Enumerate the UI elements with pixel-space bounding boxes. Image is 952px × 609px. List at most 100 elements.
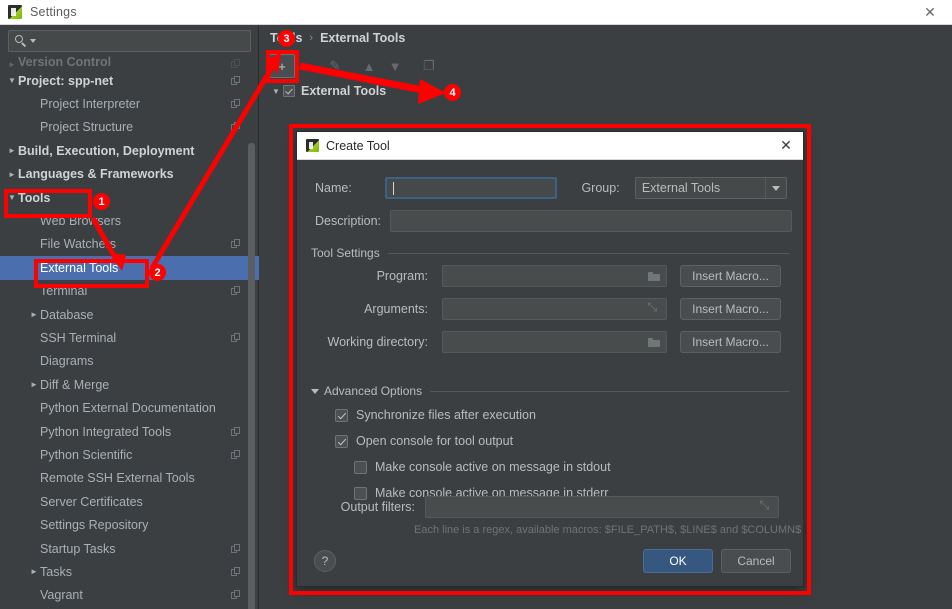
group-select-value: External Tools xyxy=(641,181,721,195)
group-select[interactable]: External Tools xyxy=(634,177,787,199)
copy-settings-icon xyxy=(231,543,241,554)
sidebar-item-terminal[interactable]: Terminal xyxy=(0,280,259,303)
sidebar-item-database[interactable]: ► Database xyxy=(0,303,259,326)
search-icon xyxy=(15,34,28,48)
description-label: Description: xyxy=(315,214,381,228)
copy-button[interactable]: ❐ xyxy=(417,55,441,77)
sidebar-item-diff-merge[interactable]: ► Diff & Merge xyxy=(0,373,259,396)
arguments-input[interactable] xyxy=(442,298,667,320)
chevron-right-icon[interactable]: ► xyxy=(28,310,40,319)
close-icon[interactable]: ✕ xyxy=(775,135,797,157)
advanced-options-group-header[interactable]: Advanced Options xyxy=(311,384,789,398)
group-label: Group: xyxy=(581,181,620,195)
chevron-down-icon[interactable] xyxy=(765,178,786,198)
checkbox-icon[interactable] xyxy=(354,460,367,474)
insert-macro-program-button[interactable]: Insert Macro... xyxy=(680,265,781,287)
sidebar-item-external-tools[interactable]: External Tools xyxy=(0,256,259,280)
name-input[interactable] xyxy=(385,177,558,199)
help-button[interactable]: ? xyxy=(314,550,336,572)
cancel-button[interactable]: Cancel xyxy=(721,549,791,573)
breadcrumb-parent[interactable]: Tools xyxy=(270,31,302,45)
expand-icon[interactable] xyxy=(760,501,773,514)
sidebar-item-version-control[interactable]: ► Version Control xyxy=(0,55,259,69)
folder-icon[interactable] xyxy=(648,270,661,283)
sidebar-item-label: Diagrams xyxy=(40,354,94,369)
checkbox-icon[interactable] xyxy=(335,408,348,422)
sidebar-item-ssh-terminal[interactable]: SSH Terminal xyxy=(0,326,259,349)
sidebar-scrollbar[interactable] xyxy=(248,143,255,609)
output-filters-input[interactable] xyxy=(425,496,779,518)
sidebar-item-file-watchers[interactable]: File Watchers xyxy=(0,233,259,256)
sidebar-item-python-external-documentation[interactable]: Python External Documentation xyxy=(0,396,259,419)
copy-settings-icon xyxy=(231,59,241,69)
sidebar-item-languages-frameworks[interactable]: ► Languages & Frameworks xyxy=(0,163,259,186)
settings-tree[interactable]: ► Version Control ▼ Project: spp-net Project… xyxy=(0,55,259,609)
sidebar-item-web-browsers[interactable]: Web Browsers xyxy=(0,209,259,232)
description-row: Description: xyxy=(315,210,792,232)
sidebar-item-build-execution-deployment[interactable]: ► Build, Execution, Deployment xyxy=(0,139,259,162)
description-input[interactable] xyxy=(390,210,792,232)
ok-button[interactable]: OK xyxy=(643,549,713,573)
search-input[interactable] xyxy=(36,33,250,49)
working-directory-input[interactable] xyxy=(442,331,667,353)
program-label: Program: xyxy=(376,269,428,283)
copy-settings-icon xyxy=(231,122,241,132)
checkbox-icon[interactable] xyxy=(335,434,348,448)
chevron-right-icon[interactable]: ► xyxy=(6,146,18,155)
sidebar-item-server-certificates[interactable]: Server Certificates xyxy=(0,490,259,513)
sidebar-item-vagrant[interactable]: Vagrant xyxy=(0,584,259,607)
sidebar-item-label: Vagrant xyxy=(40,588,83,603)
sidebar-item-python-scientific[interactable]: Python Scientific xyxy=(0,443,259,466)
close-icon[interactable]: ✕ xyxy=(908,0,952,25)
checkbox-row-open-console-for-tool-output[interactable]: Open console for tool output xyxy=(335,434,513,448)
chevron-down-icon[interactable]: ▼ xyxy=(6,76,18,85)
checkbox-label: Synchronize files after execution xyxy=(356,408,536,422)
edit-button[interactable]: ✎ xyxy=(323,55,347,77)
external-tools-tree-root[interactable]: ▼ External Tools xyxy=(269,81,939,101)
sidebar-item-label: Web Browsers xyxy=(40,214,122,229)
remove-button[interactable]: − xyxy=(297,55,321,77)
checkbox-row-make-console-active-on-message-in-stdout[interactable]: Make console active on message in stdout xyxy=(354,460,611,474)
chevron-right-icon[interactable]: ► xyxy=(6,60,18,69)
sidebar-item-label: External Tools xyxy=(40,260,119,275)
settings-window: Settings ✕ ► Version Control ▼ Project: spp… xyxy=(0,0,952,609)
add-button[interactable]: + xyxy=(269,54,295,78)
sidebar-item-startup-tasks[interactable]: Startup Tasks xyxy=(0,537,259,560)
arguments-label: Arguments: xyxy=(364,302,428,316)
sidebar-item-diagrams[interactable]: Diagrams xyxy=(0,350,259,373)
tree-root-checkbox[interactable] xyxy=(283,85,295,97)
insert-macro-arguments-button[interactable]: Insert Macro... xyxy=(680,298,781,320)
pycharm-icon xyxy=(8,5,22,19)
create-tool-dialog: Create Tool ✕ Name: Group: External Tool… xyxy=(296,131,804,587)
sidebar-item-label: Remote SSH External Tools xyxy=(40,471,195,486)
search-box[interactable] xyxy=(8,30,251,52)
chevron-down-icon[interactable]: ▼ xyxy=(269,87,283,96)
sidebar-item-python-integrated-tools[interactable]: Python Integrated Tools xyxy=(0,420,259,443)
sidebar-item-tools[interactable]: ▼ Tools xyxy=(0,186,259,209)
chevron-down-icon[interactable]: ▼ xyxy=(6,193,18,202)
copy-settings-icon xyxy=(231,426,241,437)
name-row: Name: Group: External Tools xyxy=(315,177,787,199)
sidebar-item-project-interpreter[interactable]: Project Interpreter xyxy=(0,92,259,115)
folder-icon[interactable] xyxy=(648,336,661,349)
expand-icon[interactable] xyxy=(648,303,661,316)
insert-macro-working-directory-button[interactable]: Insert Macro... xyxy=(680,331,781,353)
sidebar-item-project-spp-net[interactable]: ▼ Project: spp-net xyxy=(0,69,259,92)
program-input[interactable] xyxy=(442,265,667,287)
sidebar-item-label: Diff & Merge xyxy=(40,377,110,392)
chevron-right-icon[interactable]: ► xyxy=(28,380,40,389)
dialog-title: Create Tool xyxy=(326,138,390,153)
checkbox-row-synchronize-files-after-execution[interactable]: Synchronize files after execution xyxy=(335,408,536,422)
move-down-button[interactable]: ▼ xyxy=(383,55,407,77)
chevron-right-icon[interactable]: ► xyxy=(28,567,40,576)
copy-settings-icon xyxy=(231,590,241,600)
text-caret xyxy=(393,181,395,195)
sidebar-item-settings-repository[interactable]: Settings Repository xyxy=(0,513,259,536)
chevron-right-icon[interactable]: ► xyxy=(6,170,18,179)
sidebar-item-tasks[interactable]: ► Tasks xyxy=(0,560,259,583)
move-up-button[interactable]: ▲ xyxy=(357,55,381,77)
sidebar-item-remote-ssh-external-tools[interactable]: Remote SSH External Tools xyxy=(0,467,259,490)
sidebar-item-project-structure[interactable]: Project Structure xyxy=(0,116,259,139)
chevron-down-icon[interactable] xyxy=(311,388,319,394)
sidebar-item-label: Terminal xyxy=(40,284,88,299)
